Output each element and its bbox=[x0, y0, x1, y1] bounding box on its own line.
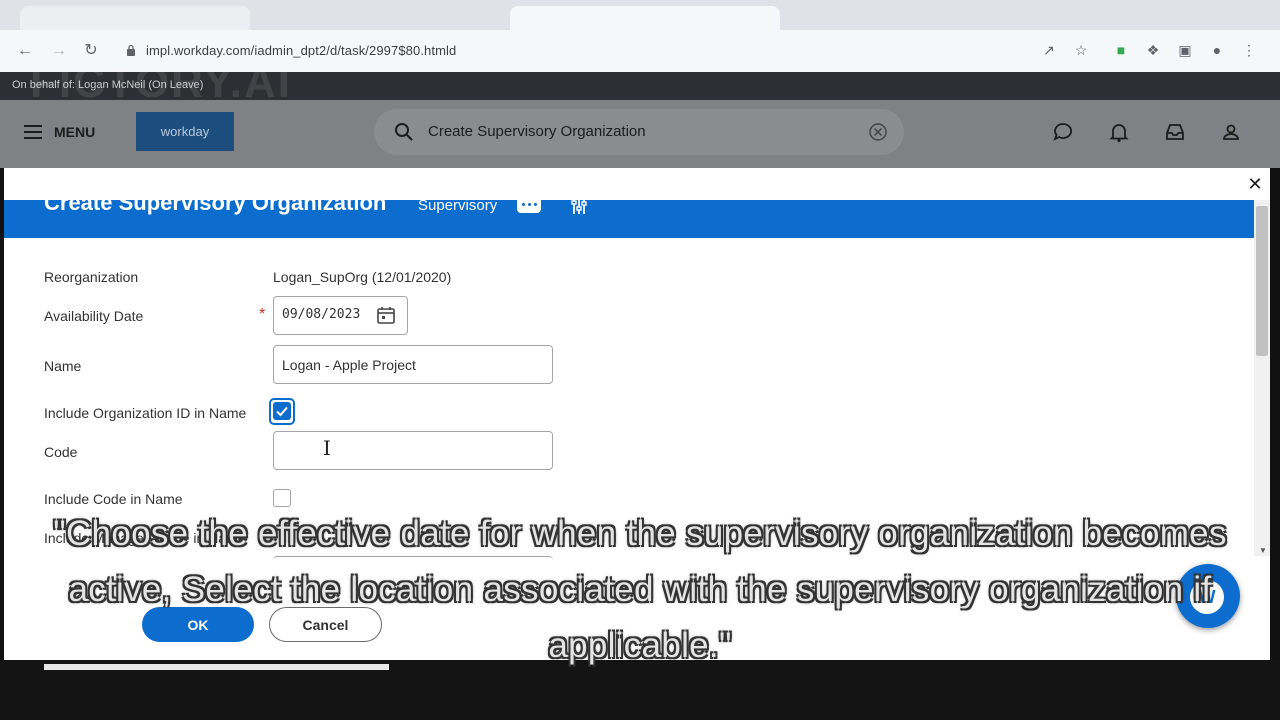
checkmark-icon bbox=[276, 406, 288, 417]
menu-label: MENU bbox=[54, 124, 96, 140]
include-org-id-checkbox[interactable] bbox=[273, 402, 291, 420]
hamburger-icon bbox=[24, 125, 42, 139]
reorganization-value[interactable]: Logan_SupOrg (12/01/2020) bbox=[273, 269, 451, 285]
availability-date-label: Availability Date bbox=[44, 308, 144, 324]
code-input[interactable] bbox=[273, 431, 553, 470]
bell-icon[interactable] bbox=[1108, 121, 1130, 143]
code-label: Code bbox=[44, 444, 78, 460]
include-org-id-label: Include Organization ID in Name bbox=[44, 405, 247, 421]
url-text: impl.workday.com/iadmin_dpt2/d/task/2997… bbox=[146, 43, 457, 58]
profile-icon[interactable] bbox=[1220, 121, 1242, 143]
inbox-icon[interactable] bbox=[1164, 121, 1186, 143]
browser-tab[interactable] bbox=[20, 6, 250, 30]
modal-scrollbar-thumb[interactable] bbox=[1256, 206, 1268, 356]
clear-icon[interactable] bbox=[868, 122, 888, 142]
related-actions-icon[interactable] bbox=[570, 196, 588, 216]
browser-tab-active[interactable] bbox=[510, 6, 780, 30]
scroll-down-arrow-icon[interactable]: ▼ bbox=[1259, 546, 1267, 555]
profile-browser-icon[interactable]: ● bbox=[1209, 42, 1225, 58]
lock-icon bbox=[127, 44, 135, 56]
text-cursor-icon: I bbox=[323, 436, 331, 460]
include-code-checkbox[interactable] bbox=[273, 489, 291, 507]
include-code-label: Include Code in Name bbox=[44, 491, 183, 507]
sidebar-icon[interactable]: ▣ bbox=[1177, 42, 1193, 58]
task-chip[interactable]: Supervisory bbox=[418, 197, 497, 214]
name-label: Name bbox=[44, 358, 82, 374]
availability-date-value[interactable]: 09/08/2023 bbox=[282, 307, 360, 322]
share-icon[interactable]: ↗ bbox=[1041, 42, 1057, 58]
extensions-puzzle-icon[interactable]: ❖ bbox=[1145, 42, 1161, 58]
extension-green-icon[interactable]: ■ bbox=[1113, 42, 1129, 58]
workday-logo[interactable]: workday bbox=[136, 112, 234, 151]
screen: { "browser": { "url": "impl.workday.com/… bbox=[0, 0, 1280, 720]
browser-tabstrip bbox=[0, 0, 1280, 30]
required-asterisk: * bbox=[259, 306, 266, 323]
name-value[interactable]: Logan - Apple Project bbox=[282, 357, 416, 373]
search-input[interactable]: Create Supervisory Organization bbox=[428, 123, 646, 140]
calendar-icon[interactable] bbox=[376, 305, 396, 325]
bookmark-star-icon[interactable]: ☆ bbox=[1073, 42, 1089, 58]
task-title: Create Supervisory Organization bbox=[44, 190, 387, 215]
search-icon bbox=[395, 123, 413, 141]
reorganization-label: Reorganization bbox=[44, 269, 139, 285]
more-actions-button[interactable] bbox=[517, 195, 541, 213]
video-caption: "Choose the effective date for when the … bbox=[53, 514, 1227, 665]
close-icon[interactable]: ✕ bbox=[1245, 174, 1265, 194]
menu-button[interactable]: MENU bbox=[24, 118, 104, 146]
logo-text: workday bbox=[160, 124, 210, 139]
chat-icon[interactable] bbox=[1052, 121, 1074, 143]
kebab-menu-icon[interactable]: ⋮ bbox=[1241, 42, 1257, 58]
